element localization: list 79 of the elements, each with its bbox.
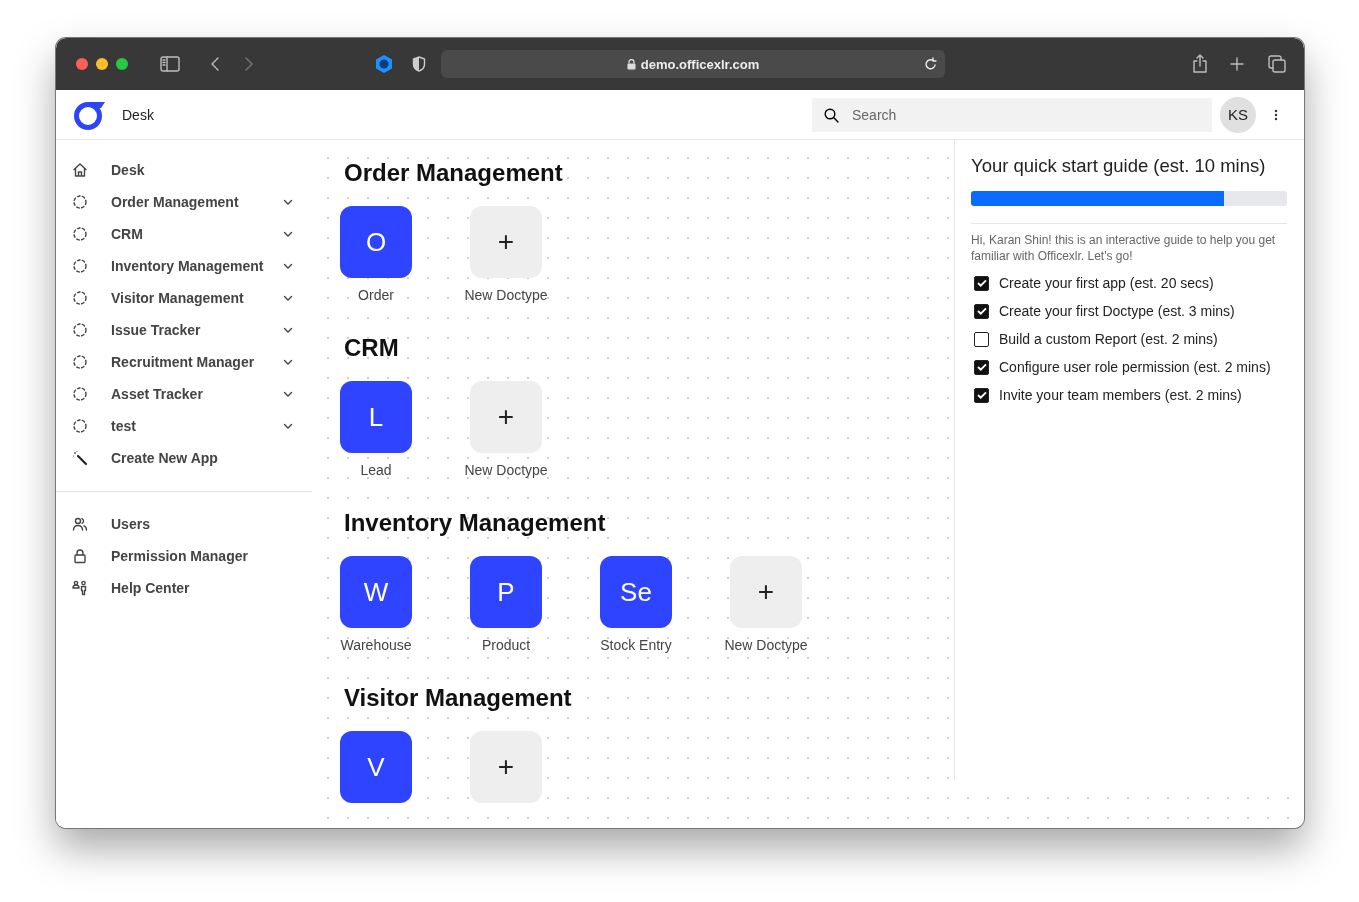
sidebar-item[interactable]: Permission Manager	[56, 540, 312, 572]
app-tile[interactable]: V	[340, 731, 412, 803]
user-avatar[interactable]: KS	[1220, 96, 1256, 133]
magic-wand-icon	[72, 450, 88, 466]
lock-icon	[626, 58, 636, 70]
checkbox[interactable]	[974, 359, 989, 375]
dashed-circle-icon	[72, 194, 88, 210]
search-field[interactable]: Search	[812, 97, 1212, 132]
new-doctype-tile[interactable]: +	[470, 206, 542, 278]
app-tile[interactable]: W	[340, 556, 412, 628]
section-title: Order Management	[344, 158, 563, 188]
tile-label: New Doctype	[724, 637, 808, 653]
url-text: demo.officexlr.com	[640, 56, 760, 72]
maximize-window-button[interactable]	[116, 58, 128, 70]
task-label[interactable]: Create your first Doctype (est. 3 mins)	[999, 303, 1235, 319]
page-title: Desk	[122, 106, 154, 123]
dashed-circle-icon	[72, 290, 88, 306]
sidebar-item[interactable]: Create New App	[56, 442, 312, 474]
close-window-button[interactable]	[76, 58, 88, 70]
dashed-circle-icon	[72, 258, 88, 274]
sidebar-item[interactable]: Inventory Management	[56, 250, 312, 282]
tile-label: Product	[481, 637, 531, 653]
guide-intro: Hi, Karan Shin! this is an interactive guide to help you get familiar with Officexlr. Let's go!	[971, 232, 1277, 264]
app-tile[interactable]: L	[340, 381, 412, 453]
sidebar-item[interactable]: Order Management	[56, 186, 312, 218]
share-icon[interactable]	[1192, 54, 1208, 74]
dashed-circle-icon	[72, 354, 88, 370]
address-bar[interactable]: demo.officexlr.com	[441, 50, 945, 78]
section-title: Inventory Management	[344, 508, 606, 538]
new-doctype-tile[interactable]: +	[470, 731, 542, 803]
dashed-circle-icon	[72, 322, 88, 338]
sidebar-item[interactable]: Desk	[56, 154, 312, 186]
new-doctype-tile[interactable]: +	[730, 556, 802, 628]
sidebar-item[interactable]: Issue Tracker	[56, 314, 312, 346]
search-icon	[824, 107, 839, 123]
home-icon	[72, 162, 88, 178]
sidebar-item[interactable]: CRM	[56, 218, 312, 250]
dashed-circle-icon	[72, 418, 88, 434]
guide-title: Your quick start guide (est. 10 mins)	[971, 154, 1266, 178]
shield-icon[interactable]	[412, 56, 426, 72]
dashed-circle-icon	[72, 226, 88, 242]
sidebar-item[interactable]: test	[56, 410, 312, 442]
minimize-window-button[interactable]	[96, 58, 108, 70]
task-label[interactable]: Invite your team members (est. 2 mins)	[999, 387, 1242, 403]
logo-icon[interactable]	[72, 99, 106, 130]
tabs-icon[interactable]	[1268, 55, 1286, 73]
lock-icon	[72, 548, 88, 564]
extension-icon[interactable]	[374, 54, 394, 74]
new-doctype-tile[interactable]: +	[470, 381, 542, 453]
task-label[interactable]: Create your first app (est. 20 secs)	[999, 275, 1214, 291]
checkbox[interactable]	[974, 303, 989, 319]
people-icon	[72, 580, 88, 596]
checkbox[interactable]	[974, 275, 989, 291]
sidebar-item[interactable]: Users	[56, 508, 312, 540]
tile-label: Order	[358, 287, 394, 303]
app-tile[interactable]: P	[470, 556, 542, 628]
more-options-icon[interactable]	[1274, 107, 1278, 122]
tile-label: Warehouse	[340, 637, 412, 653]
users-icon	[72, 516, 88, 532]
tile-label: New Doctype	[464, 287, 548, 303]
sidebar-item[interactable]: Asset Tracker	[56, 378, 312, 410]
section-title: CRM	[344, 333, 399, 363]
tile-label: New Doctype	[464, 462, 548, 478]
sidebar-toggle-icon[interactable]	[160, 56, 180, 72]
reload-icon[interactable]	[924, 57, 937, 71]
tile-label: Lead	[360, 462, 392, 478]
sidebar-item[interactable]: Visitor Management	[56, 282, 312, 314]
checkbox[interactable]	[974, 331, 989, 347]
section-title: Visitor Management	[344, 683, 572, 713]
sidebar-item[interactable]: Help Center	[56, 572, 312, 604]
task-label[interactable]: Build a custom Report (est. 2 mins)	[999, 331, 1218, 347]
tile-label: Stock Entry	[600, 637, 672, 653]
sidebar-item[interactable]: Recruitment Manager	[56, 346, 312, 378]
app-tile[interactable]: Se	[600, 556, 672, 628]
app-tile[interactable]: O	[340, 206, 412, 278]
task-label[interactable]: Configure user role permission (est. 2 mins)	[999, 359, 1271, 375]
dashed-circle-icon	[72, 386, 88, 402]
checkbox[interactable]	[974, 387, 989, 403]
plus-icon[interactable]	[1230, 57, 1244, 71]
